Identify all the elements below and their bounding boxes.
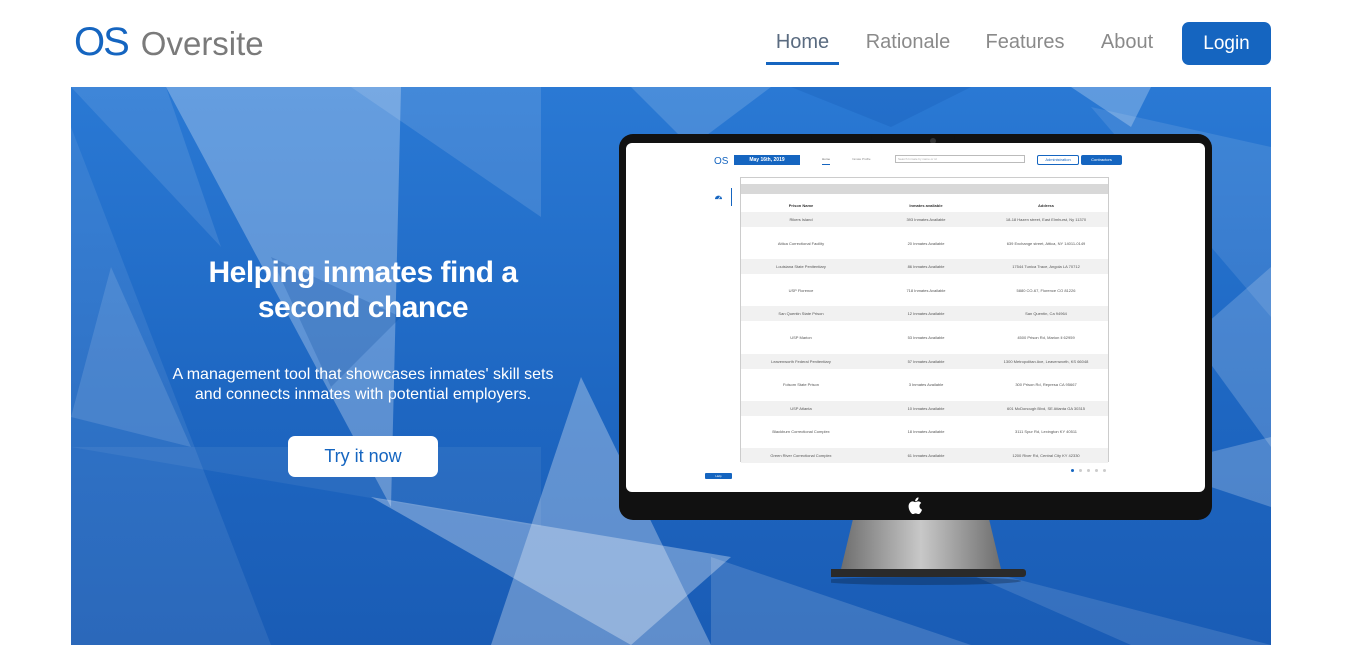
screen-pagination bbox=[1071, 469, 1111, 472]
apple-icon bbox=[908, 497, 922, 514]
cell-inmates-available: 393 Inmates Available bbox=[906, 217, 946, 222]
cell-prison-name: San Quentin State Prison bbox=[778, 311, 824, 317]
table-row[interactable]: USP Atlanta 10 Inmates Available 601 McDon… bbox=[741, 400, 1108, 416]
cell-inmates-available: 86 Inmates Available bbox=[907, 264, 945, 270]
prison-table: Prison Name Inmates available Address Ri… bbox=[740, 177, 1109, 463]
table-row[interactable]: Folsom State Prison 3 Inmates Available 30… bbox=[741, 377, 1108, 392]
table-row[interactable]: USP Marion 53 Inmates Available 4500 Priso… bbox=[741, 330, 1108, 345]
pagination-dot[interactable] bbox=[1103, 469, 1106, 472]
table-row[interactable]: Blackburn Correctional Complex 18 Inmates… bbox=[741, 424, 1108, 439]
table-row[interactable]: Attica Correctional Facility 20 Inmates A… bbox=[741, 236, 1108, 251]
pagination-dot[interactable] bbox=[1087, 469, 1090, 472]
cell-prison-name: Louisiana State Penitentiary bbox=[776, 264, 826, 270]
login-button[interactable]: Login bbox=[1182, 22, 1271, 65]
screen-help-button[interactable]: Help bbox=[705, 473, 732, 479]
cell-prison-name: Folsom State Prison bbox=[782, 382, 819, 388]
cell-inmates-available: 61 Inmates Available bbox=[907, 453, 945, 458]
table-row[interactable]: Louisiana State Penitentiary 86 Inmates A… bbox=[741, 259, 1108, 275]
monitor-stand bbox=[831, 519, 1026, 585]
cell-inmates-available: 20 Inmates Available bbox=[907, 240, 945, 246]
table-row[interactable]: Rikers Island 393 Inmates Available 18-18 … bbox=[741, 212, 1108, 227]
nav-features[interactable]: Features bbox=[982, 22, 1068, 62]
screen-date: May 16th, 2019 bbox=[734, 155, 800, 165]
cell-inmates-available: 57 Inmates Available bbox=[907, 358, 945, 364]
dashboard-gauge-icon[interactable] bbox=[714, 193, 723, 200]
screen-contractors-button[interactable]: Contractors bbox=[1081, 155, 1122, 165]
pagination-dot[interactable] bbox=[1079, 469, 1082, 472]
cell-address: 1300 Metropolitan Ave, Leavenworth, KS 6… bbox=[1003, 358, 1089, 364]
cell-address: 300 Prison Rd, Represa CA 95667 bbox=[1015, 382, 1077, 388]
cell-prison-name: Green River Correctional Complex bbox=[770, 453, 832, 458]
cell-address: 18-18 Hazen street, East Elmhurst, Ny 11… bbox=[1005, 217, 1087, 222]
cell-address: 3111 Spur Rd, Lexington KY 40511 bbox=[1015, 429, 1077, 435]
cell-prison-name: USP Atlanta bbox=[790, 405, 812, 411]
table-header-inmates-available: Inmates available bbox=[909, 203, 943, 208]
cell-prison-name: Attica Correctional Facility bbox=[777, 240, 825, 246]
cell-inmates-available: 18 Inmates Available bbox=[907, 429, 945, 435]
screen-tab-home[interactable]: Home bbox=[822, 157, 831, 165]
table-header-prison-name: Prison Name bbox=[788, 203, 814, 208]
nav-about[interactable]: About bbox=[1096, 22, 1158, 62]
cell-address: 639 Exchange street, Attica, NY 14011-01… bbox=[1006, 240, 1086, 246]
table-header-bar bbox=[741, 184, 1108, 194]
screen-tab-inmate-profile[interactable]: Inmate Profile bbox=[852, 157, 871, 161]
table-row[interactable]: Leavenworth Federal Penitentiary 57 Inmat… bbox=[741, 353, 1108, 369]
cell-inmates-available: 53 Inmates Available bbox=[907, 335, 945, 340]
cell-inmates-available: 718 Inmates Available bbox=[906, 287, 946, 293]
hero-title: Helping inmates find a second chance bbox=[208, 256, 518, 324]
table-row[interactable]: USP Florence 718 Inmates Available 5880 CO… bbox=[741, 283, 1108, 298]
cell-prison-name: Leavenworth Federal Penitentiary bbox=[771, 358, 831, 364]
hero-subtitle: A management tool that showcases inmates… bbox=[172, 366, 554, 403]
sidebar-active-indicator bbox=[731, 188, 732, 206]
cell-address: 4500 Prison Rd, Marion Il 62959 bbox=[1017, 335, 1075, 340]
pagination-dot[interactable] bbox=[1071, 469, 1074, 472]
hero-section: Helping inmates find a second chance A m… bbox=[71, 87, 1271, 645]
nav-rationale[interactable]: Rationale bbox=[862, 22, 954, 62]
brand-logo[interactable]: OS Oversite bbox=[74, 20, 264, 65]
cell-prison-name: Rikers Island bbox=[789, 217, 813, 222]
try-it-now-button[interactable]: Try it now bbox=[288, 436, 438, 477]
screen-administration-button[interactable]: Administration bbox=[1037, 155, 1079, 165]
cell-inmates-available: 10 Inmates Available bbox=[907, 405, 945, 411]
table-row[interactable]: San Quentin State Prison 12 Inmates Avail… bbox=[741, 306, 1108, 322]
brand-mark: OS bbox=[74, 20, 130, 64]
cell-address: 1200 River Rd, Central City KY 42330 bbox=[1012, 453, 1080, 458]
cell-inmates-available: 3 Inmates Available bbox=[908, 382, 944, 388]
table-row[interactable]: Green River Correctional Complex 61 Inmat… bbox=[741, 448, 1108, 463]
cell-address: 601 McDonough Blvd, SE Atlanta GA 30315 bbox=[1006, 405, 1086, 411]
cell-address: San Quentin, Ca 94964 bbox=[1025, 311, 1067, 317]
monitor-mockup: OS May 16th, 2019 Home Inmate Profile Se… bbox=[619, 134, 1212, 520]
screen-logo: OS bbox=[714, 156, 729, 167]
brand-name: Oversite bbox=[140, 25, 264, 62]
screen-search-input[interactable]: Search Inmate by name or id bbox=[895, 155, 1025, 163]
table-header-address: Address bbox=[1037, 203, 1054, 208]
nav-home[interactable]: Home bbox=[766, 22, 839, 65]
pagination-dot[interactable] bbox=[1095, 469, 1098, 472]
cell-address: 5880 CO-67, Florence CO 81226 bbox=[1016, 287, 1076, 293]
cell-inmates-available: 12 Inmates Available bbox=[907, 311, 945, 317]
cell-prison-name: Blackburn Correctional Complex bbox=[772, 429, 830, 435]
monitor-screen: OS May 16th, 2019 Home Inmate Profile Se… bbox=[626, 143, 1205, 492]
site-header: OS Oversite Home Rationale Features Abou… bbox=[0, 0, 1346, 87]
cell-address: 17544 Tunica Trace, Angola LA 70712 bbox=[1012, 264, 1080, 270]
cell-prison-name: USP Florence bbox=[788, 287, 814, 293]
cell-prison-name: USP Marion bbox=[790, 335, 812, 340]
